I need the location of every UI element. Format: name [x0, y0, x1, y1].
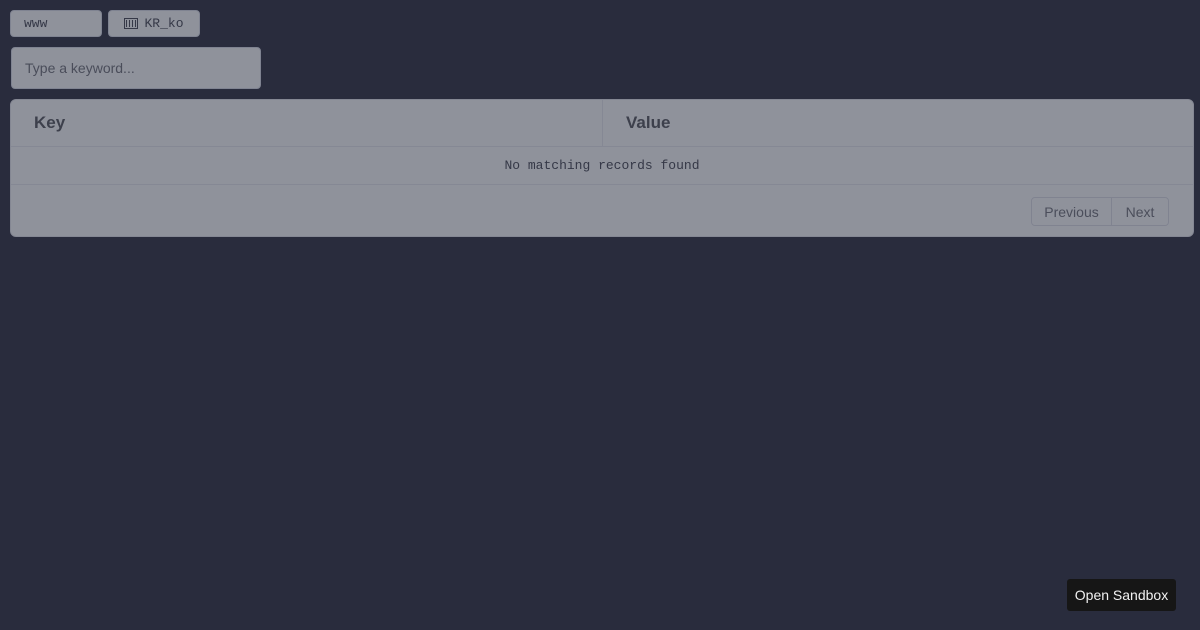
environment-button[interactable]: www	[10, 10, 102, 37]
top-controls: www KR_ko	[10, 10, 200, 37]
pagination-controls: Previous Next	[1031, 197, 1169, 226]
empty-state-row: No matching records found	[11, 147, 1193, 185]
pagination-row: Previous Next	[11, 185, 1193, 236]
environment-label: www	[24, 16, 48, 31]
next-page-button[interactable]: Next	[1112, 198, 1168, 225]
column-header-value: Value	[602, 100, 1193, 146]
korean-flag-icon	[124, 18, 139, 29]
open-sandbox-button[interactable]: Open Sandbox	[1067, 579, 1176, 611]
records-panel: Key Value No matching records found Prev…	[10, 99, 1194, 237]
language-label: KR_ko	[144, 16, 184, 31]
column-header-key: Key	[34, 113, 66, 132]
empty-state-message: No matching records found	[504, 158, 700, 173]
search-input[interactable]	[12, 48, 260, 88]
search-wrapper	[11, 47, 261, 89]
previous-page-button[interactable]: Previous	[1032, 198, 1112, 225]
table-header: Key Value	[11, 100, 1193, 147]
language-button[interactable]: KR_ko	[108, 10, 200, 37]
